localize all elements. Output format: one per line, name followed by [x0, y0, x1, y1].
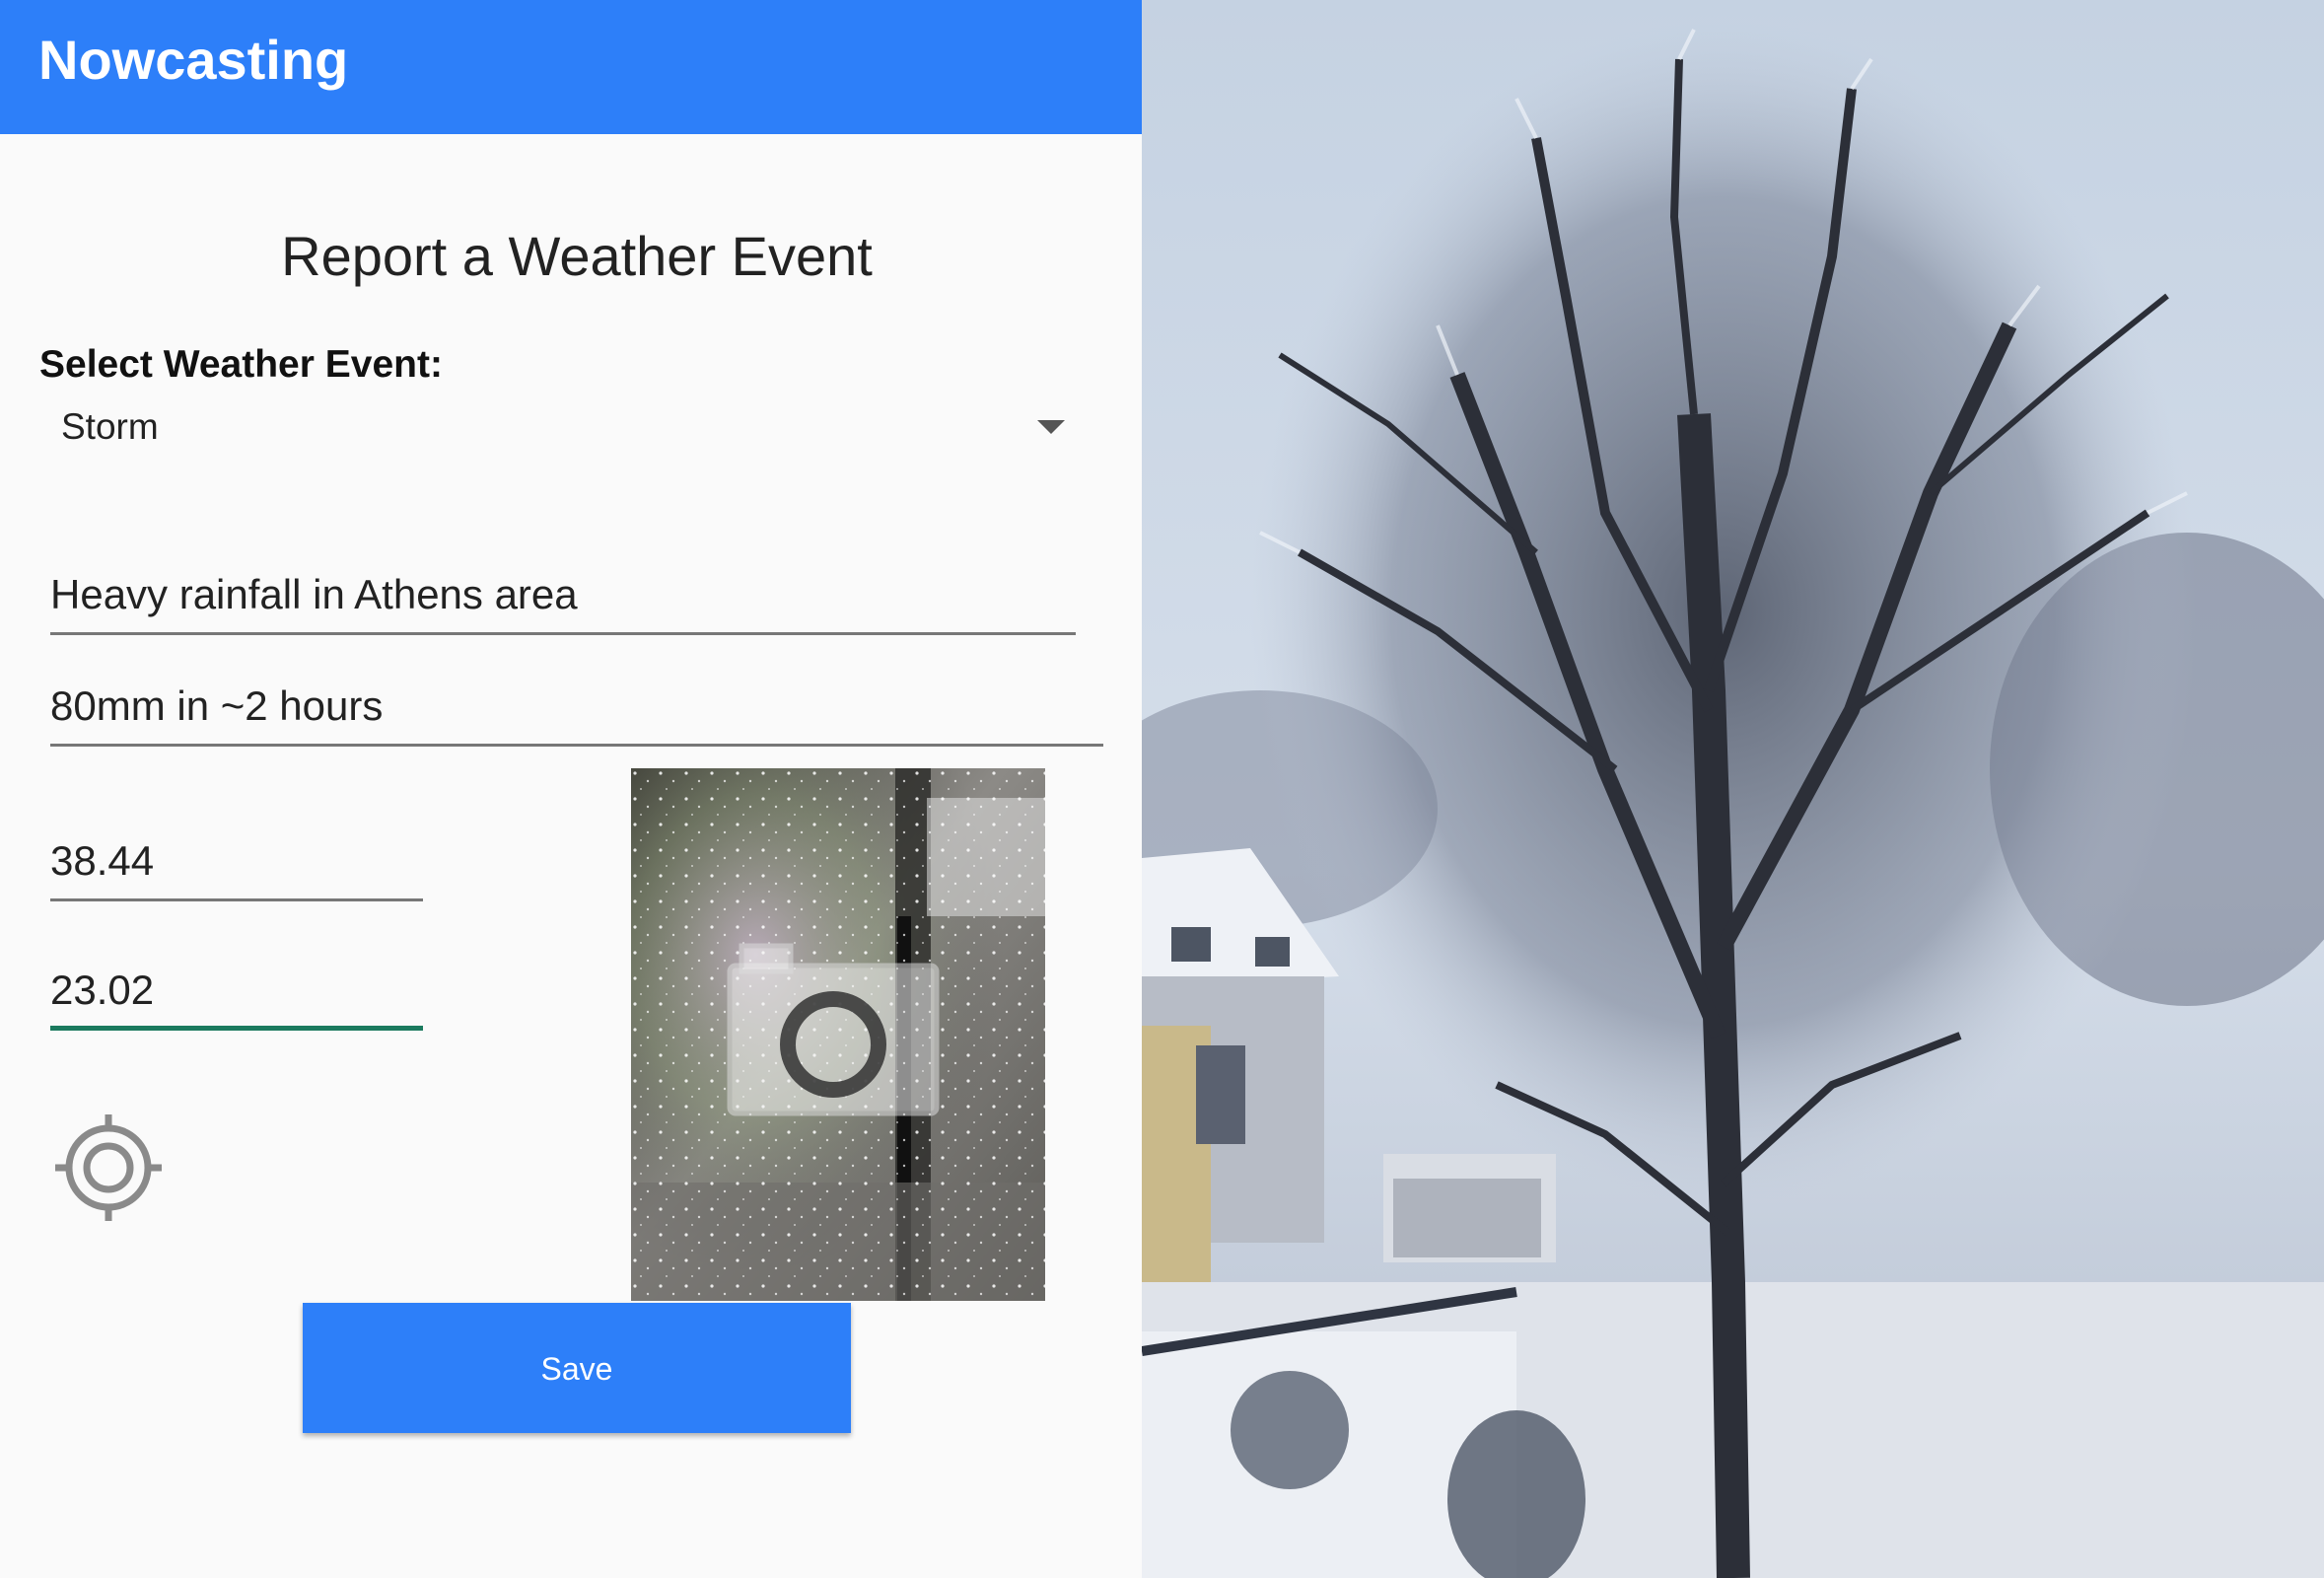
weather-event-label: Select Weather Event: — [39, 343, 443, 386]
event-description-value: 80mm in ~2 hours — [50, 682, 384, 729]
event-description-field[interactable]: 80mm in ~2 hours — [50, 676, 1103, 747]
field-underline — [50, 744, 1103, 747]
field-underline-focused — [50, 1026, 423, 1031]
weather-event-selected-value: Storm — [61, 406, 159, 447]
weather-event-select[interactable]: Storm — [39, 393, 1065, 462]
rain-photo-thumbnail — [631, 768, 1045, 1301]
event-title-value: Heavy rainfall in Athens area — [50, 571, 578, 617]
save-button[interactable]: Save — [303, 1303, 851, 1433]
app-panel: Nowcasting Report a Weather Event Select… — [0, 0, 1142, 1578]
save-button-label: Save — [540, 1351, 613, 1387]
photo-attachment[interactable] — [631, 768, 1045, 1301]
camera-icon — [727, 943, 940, 1116]
latitude-field[interactable]: 38.44 — [50, 828, 423, 901]
snow-scene-image — [1142, 0, 2324, 1578]
app-title: Nowcasting — [38, 29, 349, 91]
snowy-tree-photo — [1142, 0, 2324, 1578]
latitude-value: 38.44 — [50, 837, 155, 884]
longitude-value: 23.02 — [50, 967, 155, 1013]
field-underline — [50, 898, 423, 901]
garage — [1383, 1154, 1556, 1262]
event-title-field[interactable]: Heavy rainfall in Athens area — [50, 513, 1076, 635]
crosshair-location-icon — [55, 1114, 162, 1221]
app-bar: Nowcasting — [0, 0, 1142, 134]
page-title: Report a Weather Event — [281, 225, 873, 287]
locate-me-button[interactable] — [53, 1112, 164, 1223]
dropdown-arrow-icon — [1037, 420, 1065, 434]
longitude-field[interactable]: 23.02 — [50, 952, 423, 1031]
field-underline — [50, 632, 1076, 635]
